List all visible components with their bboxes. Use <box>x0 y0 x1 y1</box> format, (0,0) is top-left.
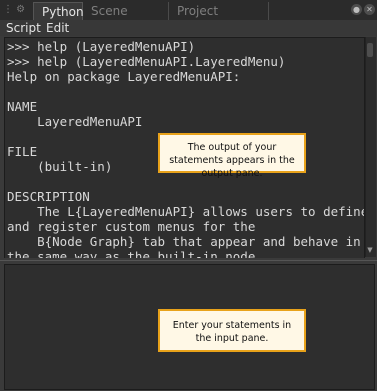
output-line: and register custom menus for the <box>7 219 256 234</box>
output-scrollbar[interactable] <box>365 37 376 257</box>
output-line: Help on package LayeredMenuAPI: <box>7 69 241 84</box>
output-line: (built-in) <box>7 159 113 174</box>
scrollbar-thumb[interactable] <box>367 43 373 57</box>
tab-python[interactable]: Python <box>33 2 84 20</box>
output-line: DESCRIPTION <box>7 189 90 204</box>
splitter-handle <box>0 260 377 261</box>
output-line: FILE <box>7 144 38 159</box>
output-line: The L{LayeredMenuAPI} allows users to de… <box>7 204 365 219</box>
menu-bar: Script Edit <box>0 20 377 36</box>
tab-project-settings[interactable]: Project Settings <box>169 2 269 36</box>
input-callout-text: Enter your statements in the input pane. <box>172 320 292 344</box>
scroll-down-arrow-icon[interactable]: ▼ <box>366 246 374 255</box>
panel-grip-icon[interactable]: ⋮ ⚙ <box>3 3 33 17</box>
panel-tab-bar: ⋮ ⚙ Python Scene Graph Project Settings … <box>0 0 377 36</box>
output-line: LayeredMenuAPI <box>7 114 143 129</box>
output-callout: The output of your statements appears in… <box>158 133 306 179</box>
menu-script[interactable]: Script <box>6 20 41 36</box>
input-callout: Enter your statements in the input pane. <box>158 309 306 352</box>
tab-scene-graph[interactable]: Scene Graph <box>83 2 169 36</box>
output-line: >>> help (LayeredMenuAPI.LayeredMenu) <box>7 54 286 69</box>
close-icon[interactable]: ✕ <box>364 4 375 15</box>
output-line: NAME <box>7 99 38 114</box>
tab-label: Python <box>42 5 84 19</box>
panel-menu-icon[interactable]: ● <box>351 4 362 15</box>
output-line: B{Node Graph} tab that appear and behave… <box>7 234 361 249</box>
output-line: >>> help (LayeredMenuAPI) <box>7 39 196 54</box>
menu-edit[interactable]: Edit <box>46 20 69 36</box>
